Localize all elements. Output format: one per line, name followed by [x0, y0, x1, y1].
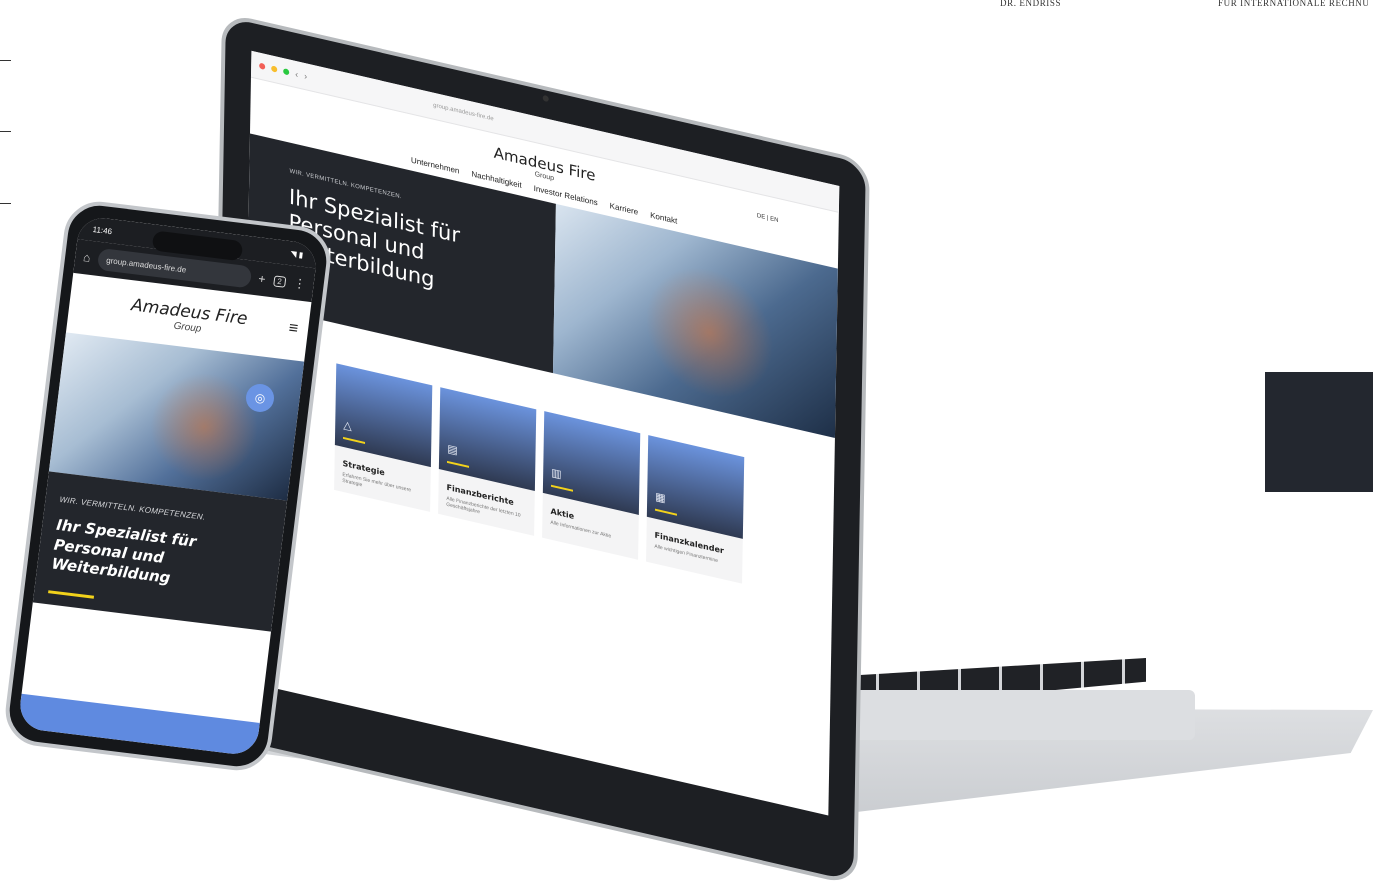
card-accent-bar	[447, 460, 470, 468]
more-menu-icon[interactable]: ⋮	[293, 276, 307, 291]
laptop-trackpad	[855, 690, 1195, 740]
new-tab-icon[interactable]: +	[258, 272, 267, 287]
phone-screen: 11:46 ◥ ▮ ⌂ group.amadeus-fire.de + 2 ⋮ …	[17, 215, 319, 757]
card-accent-bar	[343, 436, 366, 444]
accessibility-fab-icon[interactable]: ◎	[246, 384, 274, 412]
strategy-icon: △	[343, 418, 352, 433]
phone-hero-accent-bar	[48, 589, 95, 599]
camera-icon	[542, 94, 549, 103]
card-strategie[interactable]: △ Strategie Erfahren Sie mehr über unser…	[334, 363, 433, 512]
phone-site-logo[interactable]: Amadeus Fire Group	[129, 295, 248, 340]
chart-icon: ▥	[551, 466, 562, 482]
card-finanzberichte[interactable]: ▤ Finanzberichte Alle Finanzberichte der…	[438, 387, 537, 536]
hamburger-menu-icon[interactable]: ≡	[288, 320, 299, 339]
card-accent-bar	[654, 508, 678, 516]
forward-icon[interactable]: ›	[304, 71, 307, 82]
status-time: 11:46	[92, 224, 113, 236]
card-accent-bar	[550, 484, 574, 492]
report-icon: ▤	[447, 442, 458, 458]
calendar-icon: ▦	[655, 490, 666, 506]
close-dot-icon[interactable]	[259, 62, 266, 70]
card-finanzkalender[interactable]: ▦ Finanzkalender Alle wichtigen Finanzte…	[646, 435, 745, 584]
phone-hero-section: WIR. VERMITTELN. KOMPETENZEN. Ihr Spezia…	[32, 471, 288, 632]
back-icon[interactable]: ‹	[295, 69, 298, 80]
phone-url-text: group.amadeus-fire.de	[105, 255, 187, 275]
status-icons: ◥ ▮	[289, 248, 304, 260]
minimize-dot-icon[interactable]	[271, 65, 278, 73]
maximize-dot-icon[interactable]	[283, 68, 290, 76]
laptop-browser-window: ‹ › group.amadeus-fire.de Amadeus Fire G…	[240, 50, 840, 816]
home-icon[interactable]: ⌂	[82, 250, 91, 265]
laptop-screen: ‹ › group.amadeus-fire.de Amadeus Fire G…	[209, 12, 870, 886]
address-bar[interactable]: group.amadeus-fire.de	[433, 103, 493, 123]
card-aktie[interactable]: ▥ Aktie Alle Informationen zur Aktie	[542, 411, 641, 560]
phone-blue-card-edge	[17, 693, 260, 757]
tabs-count-icon[interactable]: 2	[272, 274, 287, 288]
phone-hero-title: Ihr Spezialist für Personal und Weiterbi…	[50, 515, 198, 587]
